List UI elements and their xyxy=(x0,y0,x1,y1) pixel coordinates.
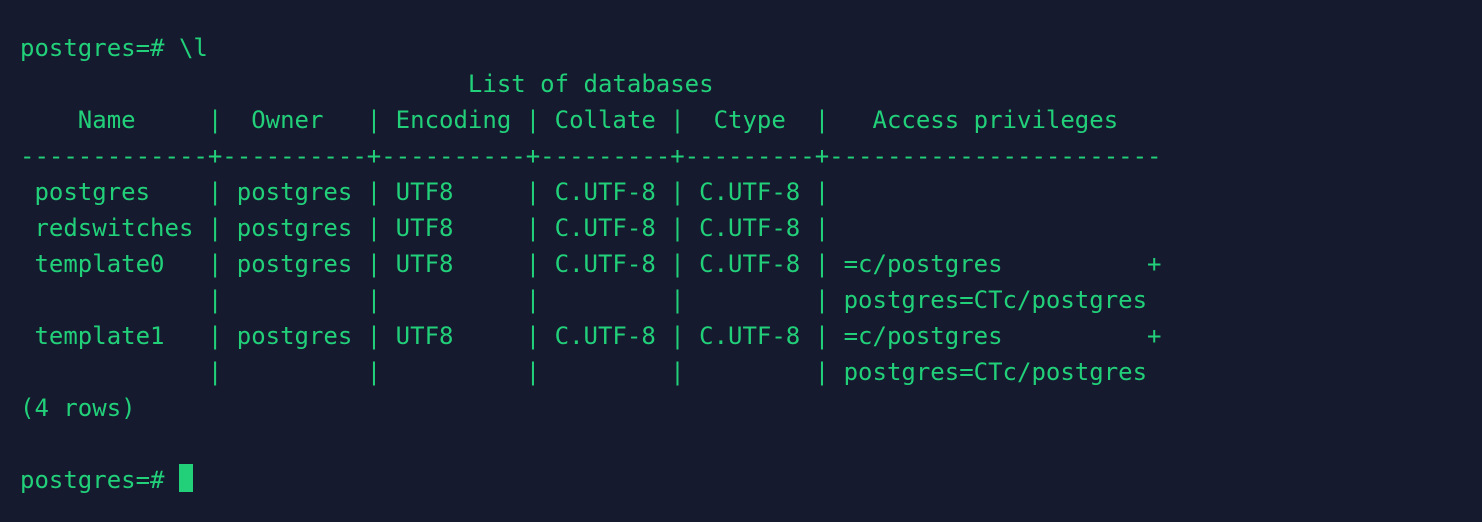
data-rows: postgres | postgres | UTF8 | C.UTF-8 | C… xyxy=(20,178,1162,386)
prompt: postgres=# xyxy=(20,34,165,62)
prompt: postgres=# xyxy=(20,466,165,494)
command[interactable]: \l xyxy=(179,34,208,62)
table-title: List of databases xyxy=(20,70,1162,98)
cursor-block[interactable] xyxy=(179,464,193,492)
terminal-output: postgres=# \l List of databases Name | O… xyxy=(0,0,1482,518)
header-row: Name | Owner | Encoding | Collate | Ctyp… xyxy=(20,106,1162,134)
separator-row: -------------+----------+----------+----… xyxy=(20,142,1162,170)
prompt-line: postgres=# \l xyxy=(20,34,208,62)
row-count: (4 rows) xyxy=(20,394,136,422)
